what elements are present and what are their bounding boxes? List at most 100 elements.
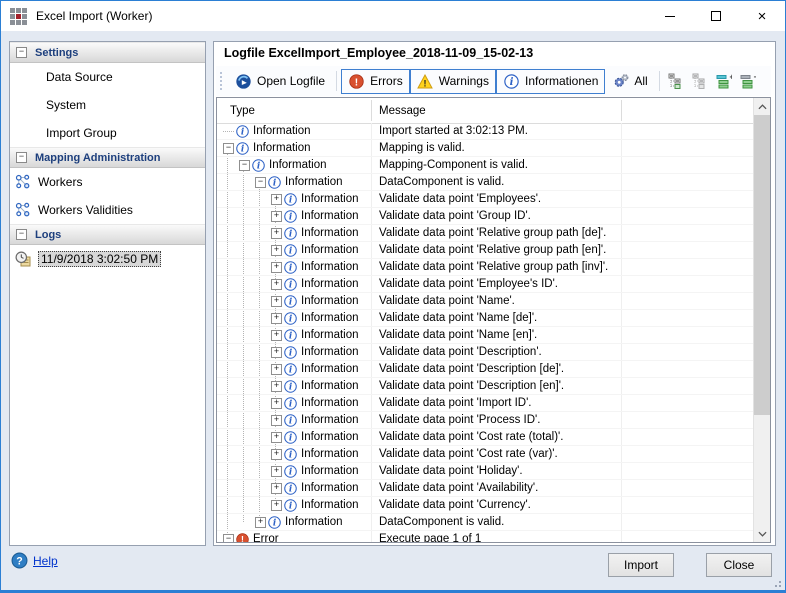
expand-expander[interactable]: + (271, 364, 282, 375)
table-row[interactable]: −!ErrorExecute page 1 of 1 (217, 531, 753, 542)
expand-expander[interactable]: + (271, 500, 282, 511)
type-cell: +iInformation (217, 193, 372, 206)
table-row[interactable]: +iInformationValidate data point 'Proces… (217, 412, 753, 429)
expand-expander[interactable]: + (271, 432, 282, 443)
collapse-nodes-button[interactable] (665, 70, 687, 92)
column-divider[interactable] (371, 100, 372, 121)
resize-grip[interactable] (772, 578, 782, 588)
open-logfile-button[interactable]: Open Logfile (228, 69, 332, 94)
minimize-button[interactable] (647, 1, 693, 31)
table-row[interactable]: +iInformationValidate data point 'Name [… (217, 327, 753, 344)
message-cell: Validate data point 'Holiday'. (379, 465, 751, 477)
warnings-toggle-button[interactable]: ! Warnings (410, 69, 496, 94)
sidebar-group-header-settings[interactable]: −Settings (10, 42, 205, 63)
table-row[interactable]: +iInformationValidate data point 'Name'. (217, 293, 753, 310)
expand-expander[interactable]: + (271, 279, 282, 290)
table-row[interactable]: −iInformationMapping-Component is valid. (217, 157, 753, 174)
collapse-expander[interactable]: − (255, 177, 266, 188)
expand-expander[interactable]: + (271, 330, 282, 341)
expand-expander[interactable]: + (271, 449, 282, 460)
all-button[interactable]: All (605, 69, 654, 94)
column-header-type[interactable]: Type (230, 98, 255, 123)
table-row[interactable]: +iInformationValidate data point 'Relati… (217, 259, 753, 276)
table-row[interactable]: +iInformationValidate data point 'Import… (217, 395, 753, 412)
expand-expander[interactable]: + (271, 381, 282, 392)
type-cell: +iInformation (217, 210, 372, 223)
table-row[interactable]: +iInformationValidate data point 'Relati… (217, 242, 753, 259)
sidebar-item-import-group[interactable]: Import Group (10, 119, 205, 147)
scroll-down-button[interactable] (754, 525, 770, 542)
table-row[interactable]: +iInformationValidate data point 'Curren… (217, 497, 753, 514)
info-icon: i (284, 363, 297, 376)
import-button[interactable]: Import (608, 553, 674, 577)
collapse-minus-icon[interactable]: − (16, 229, 27, 240)
expand-expander[interactable]: + (271, 228, 282, 239)
table-row[interactable]: iInformationImport started at 3:02:13 PM… (217, 123, 753, 140)
help-link[interactable]: Help (33, 554, 58, 568)
collapse-nodes-alt-button[interactable] (689, 70, 711, 92)
collapse-expander[interactable]: − (223, 534, 234, 543)
scrollbar-thumb[interactable] (754, 115, 770, 415)
collapse-all-button[interactable]: − (737, 70, 759, 92)
sidebar-item-11-9-2018-3-02-50-pm[interactable]: 11/9/2018 3:02:50 PM (10, 245, 205, 273)
table-row[interactable]: +iInformationValidate data point 'Holida… (217, 463, 753, 480)
table-row[interactable]: +iInformation Validate data point 'Group … (217, 208, 753, 225)
expand-expander[interactable]: + (255, 517, 266, 528)
sidebar-item-workers[interactable]: Workers (10, 168, 205, 196)
maximize-button[interactable] (693, 1, 739, 31)
table-row[interactable]: +iInformationValidate data point 'Relati… (217, 225, 753, 242)
help-button[interactable]: ? Help (11, 552, 58, 569)
table-row[interactable]: −iInformationDataComponent is valid. (217, 174, 753, 191)
collapse-minus-icon[interactable]: − (16, 152, 27, 163)
table-row[interactable]: +iInformationValidate data point 'Descri… (217, 344, 753, 361)
svg-text:i: i (273, 178, 276, 188)
expand-expander[interactable]: + (271, 296, 282, 307)
table-row[interactable]: +iInformationValidate data point 'Name [… (217, 310, 753, 327)
sidebar-item-workers-validities[interactable]: Workers Validities (10, 196, 205, 224)
message-cell: Validate data point 'Group ID'. (379, 210, 751, 222)
table-row[interactable]: +iInformationValidate data point 'Descri… (217, 378, 753, 395)
expand-expander[interactable]: + (271, 245, 282, 256)
expand-expander[interactable]: + (271, 313, 282, 324)
expand-expander[interactable]: + (271, 262, 282, 273)
table-row[interactable]: +iInformationValidate data point 'Employ… (217, 276, 753, 293)
app-icon (10, 8, 27, 25)
expand-expander[interactable]: + (271, 211, 282, 222)
table-row[interactable]: −iInformationMapping is valid. (217, 140, 753, 157)
scroll-up-button[interactable] (754, 98, 770, 115)
toolbar-grip[interactable] (220, 72, 222, 90)
errors-toggle-button[interactable]: ! Errors (341, 69, 410, 94)
message-cell: Validate data point 'Cost rate (var)'. (379, 448, 751, 460)
expand-expander[interactable]: + (271, 415, 282, 426)
sidebar-item-data-source[interactable]: Data Source (10, 63, 205, 91)
table-row[interactable]: +iInformationValidate data point 'Cost r… (217, 429, 753, 446)
type-label: Information (301, 482, 359, 494)
table-row[interactable]: +iInformationDataComponent is valid. (217, 514, 753, 531)
table-row[interactable]: +iInformationValidate data point 'Availa… (217, 480, 753, 497)
expand-expander[interactable]: + (271, 466, 282, 477)
collapse-expander[interactable]: − (223, 143, 234, 154)
expand-expander[interactable]: + (271, 347, 282, 358)
collapse-expander[interactable]: − (239, 160, 250, 171)
expand-expander[interactable]: + (271, 398, 282, 409)
column-divider[interactable] (621, 100, 622, 121)
informationen-toggle-button[interactable]: i Informationen (496, 69, 605, 94)
collapse-minus-icon[interactable]: − (16, 47, 27, 58)
expand-expander[interactable]: + (271, 483, 282, 494)
sidebar-group-header-logs[interactable]: −Logs (10, 224, 205, 245)
expand-expander[interactable]: + (271, 194, 282, 205)
type-cell: +iInformation (217, 363, 372, 376)
expand-all-button[interactable]: + (713, 70, 735, 92)
table-row[interactable]: +iInformationValidate data point 'Employ… (217, 191, 753, 208)
close-button[interactable]: Close (706, 553, 772, 577)
close-window-button[interactable]: × (739, 1, 785, 31)
table-row[interactable]: +iInformationValidate data point 'Descri… (217, 361, 753, 378)
vertical-scrollbar[interactable] (753, 98, 770, 542)
table-row[interactable]: +iInformationValidate data point 'Cost r… (217, 446, 753, 463)
error-icon: ! (348, 73, 365, 90)
info-icon: i (268, 176, 281, 189)
sidebar-group-header-mapping-administration[interactable]: −Mapping Administration (10, 147, 205, 168)
sidebar-item-system[interactable]: System (10, 91, 205, 119)
type-cell: +iInformation (217, 516, 372, 529)
column-header-message[interactable]: Message (379, 98, 426, 123)
